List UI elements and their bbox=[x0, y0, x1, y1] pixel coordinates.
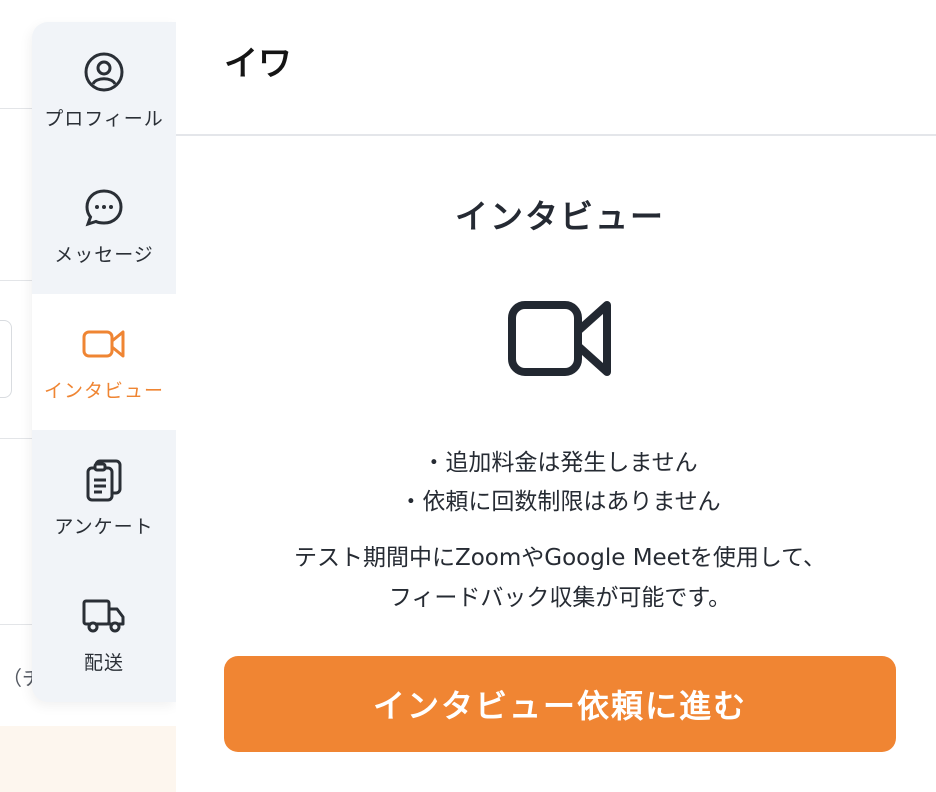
background-input bbox=[0, 320, 12, 398]
page-title: イワ bbox=[224, 44, 292, 84]
sidebar-item-label: メッセージ bbox=[54, 243, 154, 266]
feature-list: ・追加料金は発生しません ・依頼に回数制限はありません bbox=[176, 444, 936, 522]
list-item: ・追加料金は発生しません bbox=[422, 450, 698, 476]
panel-header: イワ bbox=[176, 0, 936, 136]
clipboard-icon bbox=[82, 458, 126, 502]
video-camera-icon bbox=[508, 301, 611, 376]
drawer-sidebar: プロフィール メッセージ インタビュー アンケート 配送 bbox=[32, 22, 176, 702]
request-interview-button[interactable]: インタビュー依頼に進む bbox=[224, 656, 896, 752]
sidebar-item-survey[interactable]: アンケート bbox=[32, 430, 176, 566]
description-line: フィードバック収集が可能です。 bbox=[388, 585, 732, 611]
description-line: テスト期間中にZoomやGoogle Meetを使用して、 bbox=[293, 545, 827, 571]
sidebar-item-label: プロフィール bbox=[44, 107, 164, 130]
video-camera-icon bbox=[82, 322, 126, 366]
chat-bubble-icon bbox=[82, 186, 126, 230]
sidebar-item-label: インタビュー bbox=[43, 379, 164, 402]
section-title: インタビュー bbox=[455, 197, 665, 236]
sidebar-item-interview[interactable]: インタビュー bbox=[32, 294, 176, 430]
sidebar-item-profile[interactable]: プロフィール bbox=[32, 22, 176, 158]
sidebar-item-delivery[interactable]: 配送 bbox=[32, 566, 176, 702]
background-footer bbox=[0, 726, 176, 792]
user-circle-icon bbox=[82, 50, 126, 94]
list-item: ・依頼に回数制限はありません bbox=[399, 489, 721, 515]
sidebar-item-messages[interactable]: メッセージ bbox=[32, 158, 176, 294]
sidebar-item-label: アンケート bbox=[54, 515, 154, 538]
description: テスト期間中にZoomやGoogle Meetを使用して、 フィードバック収集が… bbox=[176, 538, 936, 618]
sidebar-item-label: 配送 bbox=[83, 651, 124, 674]
truck-icon bbox=[82, 594, 126, 638]
interview-panel: イワ インタビュー ・追加料金は発生しません ・依頼に回数制限はありません テス… bbox=[176, 0, 936, 792]
